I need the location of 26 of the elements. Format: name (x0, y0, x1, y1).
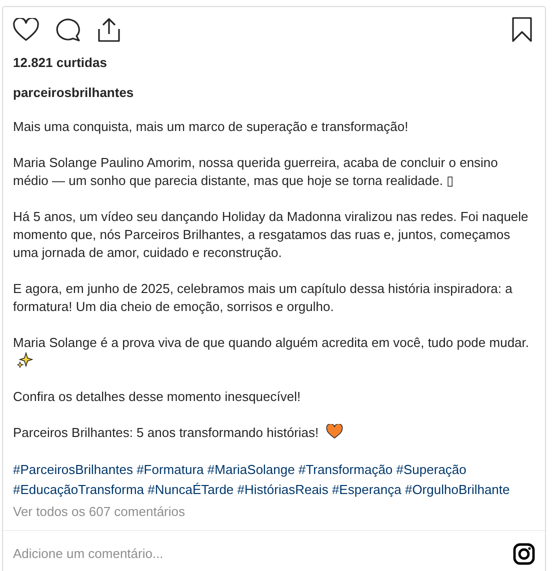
caption-paragraph: Maria Solange Paulino Amorim, nossa querida guerreira, acaba de concluir o ensino médio — um sonho que parecia distante, mas que hoje se torna realidade. ▯ (13, 155, 498, 188)
hashtag-link[interactable]: #EducaçãoTransforma (13, 482, 144, 497)
like-button[interactable] (13, 18, 39, 42)
hashtag-link[interactable]: #MariaSolange (207, 462, 295, 477)
hashtag-link[interactable]: #Formatura (136, 462, 204, 477)
camera-icon[interactable] (513, 542, 535, 564)
hashtag-link[interactable]: #ParceirosBrilhantes (13, 462, 133, 477)
hashtag-link[interactable]: #Esperança (332, 482, 402, 497)
likes-count: 12.821 curtidas (13, 54, 107, 72)
caption-paragraph: Mais uma conquista, mais um marco de superação e transformação! (13, 119, 408, 134)
hashtag-link[interactable]: #HistóriasReais (237, 482, 328, 497)
hashtag-link[interactable]: #OrgulhoBrilhante (404, 482, 510, 497)
caption-paragraph: Há 5 anos, um vídeo seu dançando Holiday da Madonna viralizou nas redes. Foi naquele momento que, nós Parceiros Brilhantes, a resgatamos das ruas e, juntos, começamos uma jornada de amor, cuidado e reconstrução. (13, 209, 528, 260)
hashtag-link[interactable]: #Superação (396, 462, 466, 477)
caption-paragraph: Confira os detalhes desse momento inesquecível! (13, 389, 301, 404)
caption-paragraph: Maria Solange é a prova viva de que quando alguém acredita em você, tudo pode mudar. (13, 335, 530, 350)
hashtag-link[interactable]: #Transformação (298, 462, 393, 477)
caption-paragraph: Parceiros Brilhantes: 5 anos transformando histórias! (13, 425, 319, 440)
username-link[interactable]: parceirosbrilhantes (13, 82, 134, 102)
comment-button[interactable] (55, 18, 81, 42)
hashtag-link[interactable]: #NuncaÉTarde (148, 482, 234, 497)
share-button[interactable] (97, 17, 121, 43)
caption-paragraph: E agora, em junho de 2025, celebramos mais um capítulo dessa história inspiradora: a formatura! Um dia cheio de emoção, sorrisos e orgulho. (13, 281, 512, 314)
heart-icon (326, 424, 344, 439)
sparkles-icon (17, 352, 33, 368)
save-button[interactable] (511, 17, 533, 43)
